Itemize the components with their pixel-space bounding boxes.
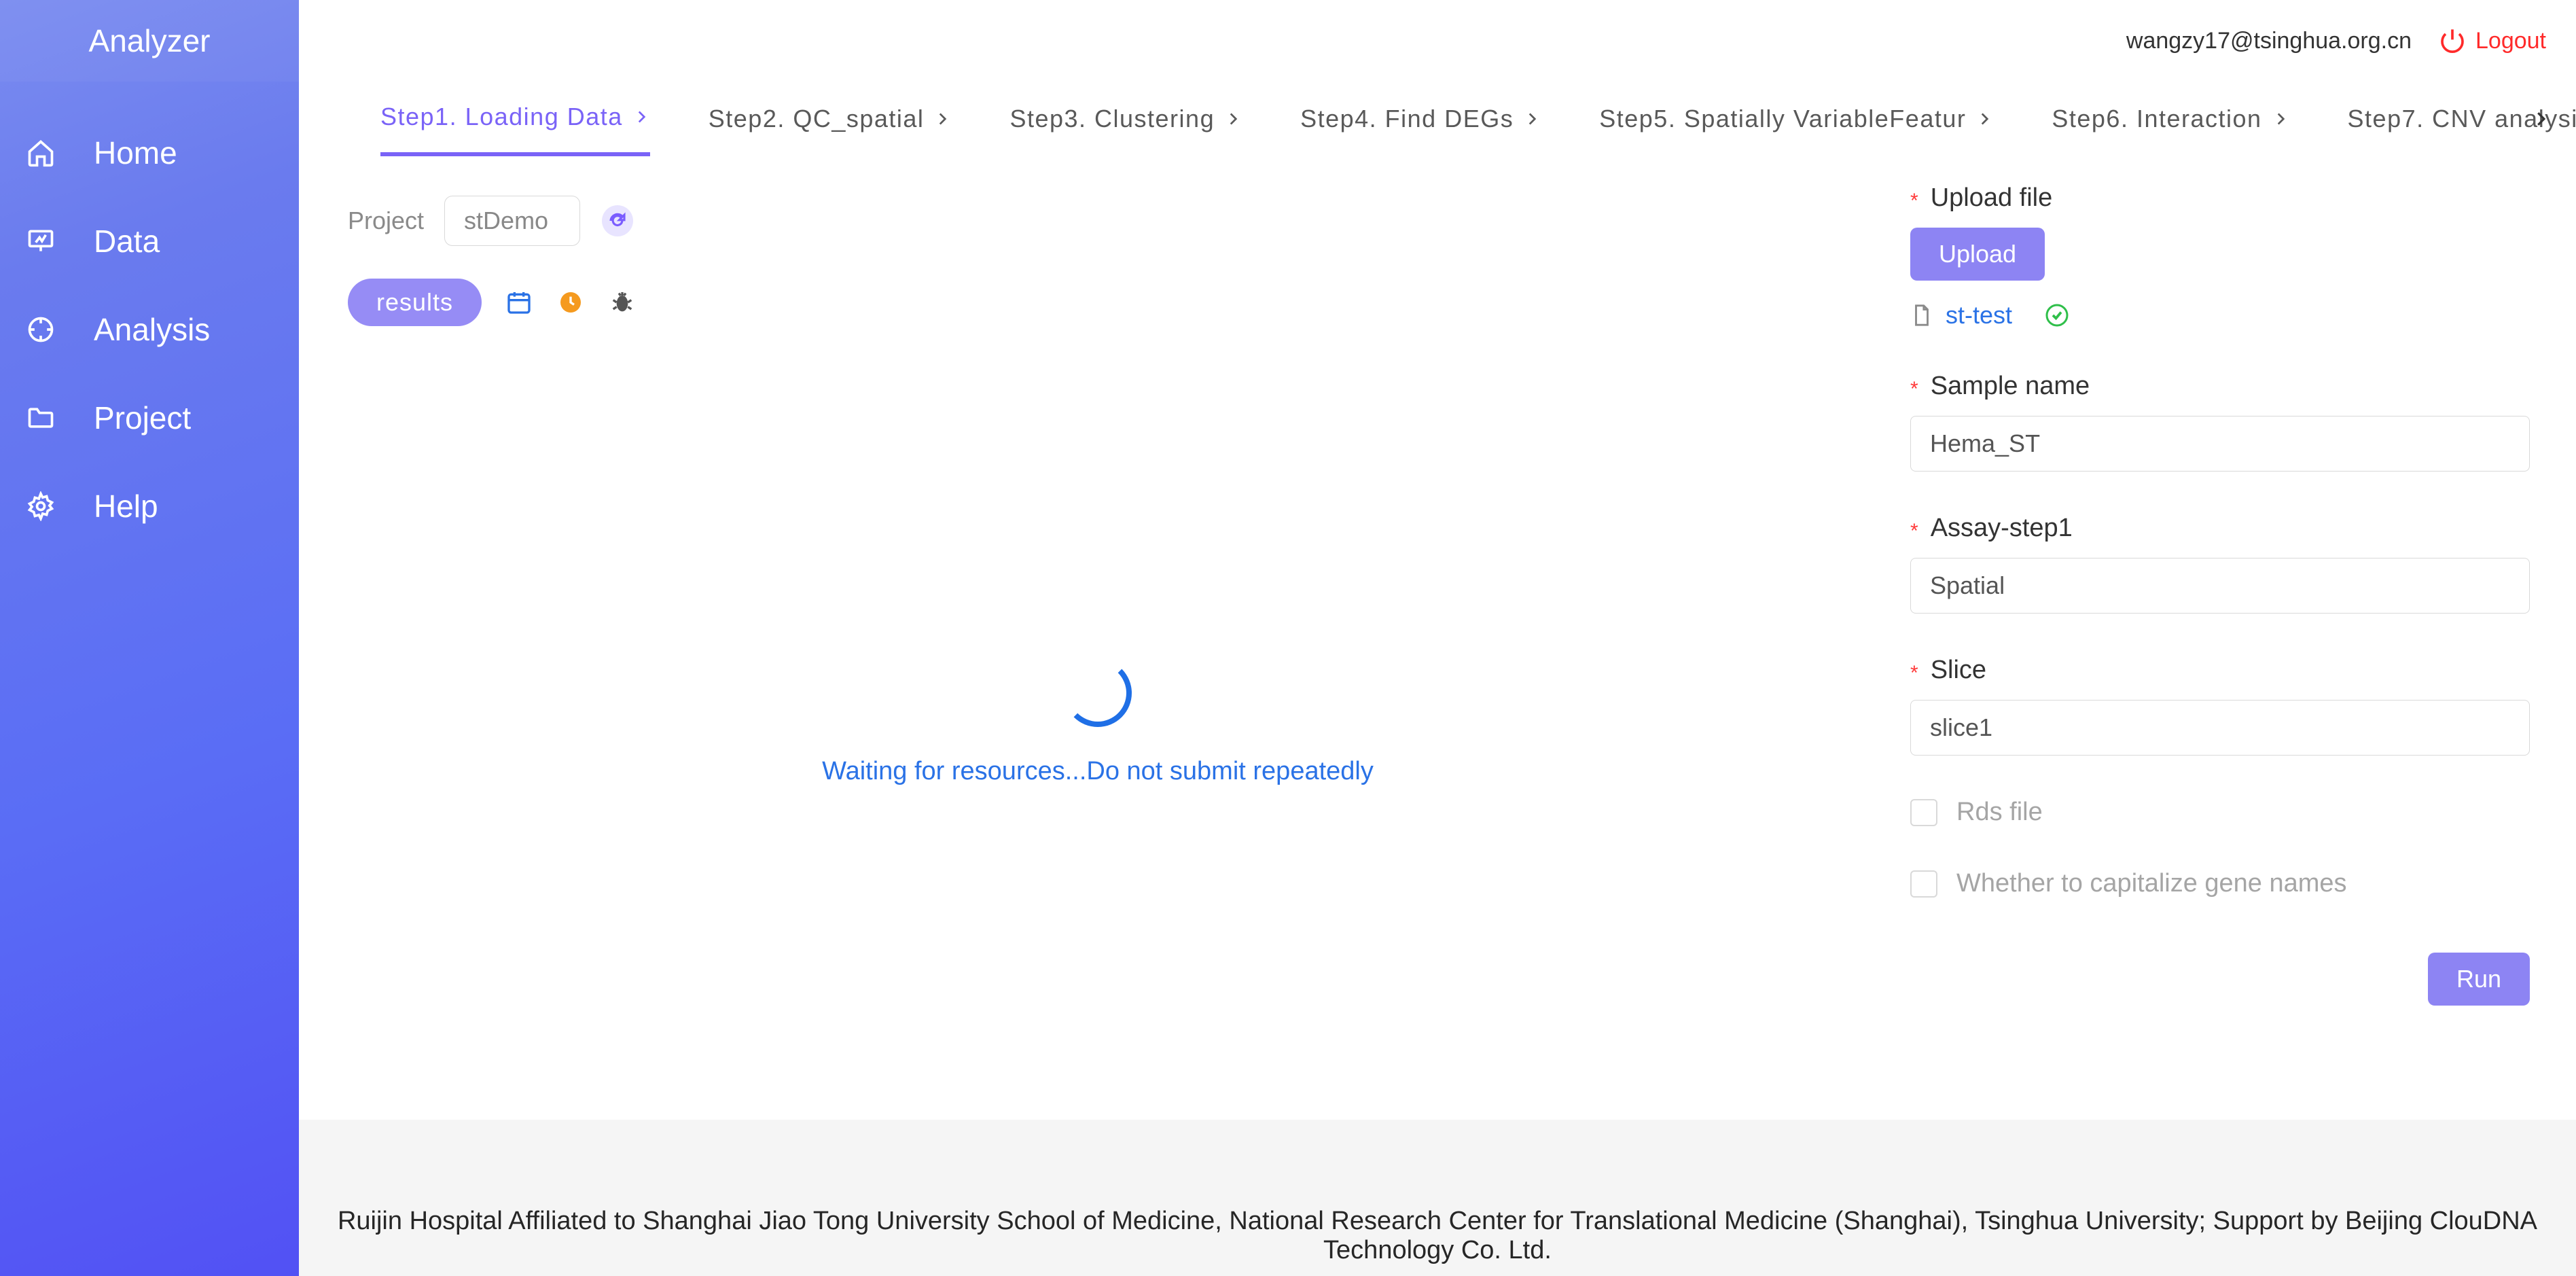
file-name: st-test	[1946, 301, 2012, 330]
tab-label: Step1. Loading Data	[380, 103, 623, 131]
capitalize-checkbox[interactable]: Whether to capitalize gene names	[1910, 869, 2530, 898]
tab-step2[interactable]: Step2. QC_spatial	[709, 82, 952, 156]
nav-label: Project	[94, 400, 191, 436]
nav: Home Data Analysis Project Help	[0, 82, 299, 550]
chevron-right-icon	[1523, 110, 1541, 128]
topbar: wangzy17@tsinghua.org.cn Logout	[299, 0, 2576, 82]
sample-name-input[interactable]	[1910, 416, 2530, 472]
chevron-right-icon	[933, 110, 951, 128]
home-icon	[26, 138, 56, 168]
nav-label: Help	[94, 488, 158, 525]
sidebar: Analyzer Home Data Analysis Project Help	[0, 0, 299, 1276]
nav-label: Analysis	[94, 311, 210, 348]
required-mark: *	[1910, 521, 1918, 542]
brand-title: Analyzer	[0, 0, 299, 82]
nav-item-project[interactable]: Project	[0, 374, 299, 462]
nav-item-analysis[interactable]: Analysis	[0, 285, 299, 374]
sample-name-label: Sample name	[1931, 372, 2090, 401]
checkbox-box-icon	[1910, 799, 1937, 826]
checkbox-box-icon	[1910, 870, 1937, 898]
nav-item-data[interactable]: Data	[0, 197, 299, 285]
required-mark: *	[1910, 379, 1918, 400]
logout-button[interactable]: Logout	[2439, 27, 2546, 54]
assay-input[interactable]	[1910, 558, 2530, 614]
chevron-right-icon	[1975, 110, 1993, 128]
waiting-text: Waiting for resources...Do not submit re…	[822, 757, 1374, 786]
capitalize-label: Whether to capitalize gene names	[1956, 869, 2347, 898]
target-icon	[26, 315, 56, 344]
upload-label: Upload file	[1931, 183, 2053, 213]
chevron-right-icon	[632, 108, 650, 126]
logout-label: Logout	[2475, 28, 2546, 54]
step-tabs: Step1. Loading Data Step2. QC_spatial St…	[299, 82, 2576, 156]
tab-label: Step5. Spatially VariableFeatur	[1599, 105, 1966, 133]
results-chip[interactable]: results	[348, 279, 482, 326]
loading-spinner-icon	[1064, 659, 1132, 727]
check-circle-icon	[2045, 303, 2069, 327]
nav-item-help[interactable]: Help	[0, 462, 299, 550]
tab-step6[interactable]: Step6. Interaction	[2052, 82, 2289, 156]
gear-icon	[26, 491, 56, 521]
calendar-icon[interactable]	[505, 288, 533, 317]
right-pane-form: * Upload file Upload st-test *	[1897, 156, 2576, 1120]
chevron-right-icon	[1224, 110, 1242, 128]
footer: Ruijin Hospital Affiliated to Shanghai J…	[299, 1120, 2576, 1276]
power-icon	[2439, 27, 2466, 54]
rds-file-label: Rds file	[1956, 798, 2043, 827]
rds-file-checkbox[interactable]: Rds file	[1910, 798, 2530, 827]
slice-input[interactable]	[1910, 700, 2530, 756]
bug-icon[interactable]	[608, 288, 637, 317]
nav-item-home[interactable]: Home	[0, 109, 299, 197]
tab-label: Step6. Interaction	[2052, 105, 2261, 133]
tab-step3[interactable]: Step3. Clustering	[1009, 82, 1242, 156]
upload-button[interactable]: Upload	[1910, 228, 2045, 281]
spinner-area: Waiting for resources...Do not submit re…	[348, 387, 1848, 1093]
tabs-next-button[interactable]	[2524, 103, 2557, 135]
uploaded-file-item[interactable]: st-test	[1910, 301, 2530, 330]
slice-label: Slice	[1931, 656, 1986, 685]
chevron-right-icon	[2272, 110, 2289, 128]
run-button[interactable]: Run	[2428, 953, 2530, 1006]
clock-icon[interactable]	[556, 288, 585, 317]
tab-label: Step2. QC_spatial	[709, 105, 925, 133]
tab-step1[interactable]: Step1. Loading Data	[380, 82, 650, 156]
assay-label: Assay-step1	[1931, 514, 2073, 543]
project-label: Project	[348, 207, 424, 235]
required-mark: *	[1910, 663, 1918, 684]
required-mark: *	[1910, 191, 1918, 211]
refresh-icon	[607, 211, 628, 231]
presentation-icon	[26, 226, 56, 256]
left-pane: Project results	[299, 156, 1897, 1120]
folder-icon	[26, 403, 56, 433]
refresh-button[interactable]	[602, 205, 633, 236]
footer-text: Ruijin Hospital Affiliated to Shanghai J…	[299, 1207, 2576, 1265]
tab-step4[interactable]: Step4. Find DEGs	[1300, 82, 1541, 156]
tab-label: Step4. Find DEGs	[1300, 105, 1514, 133]
chevron-right-icon	[2530, 109, 2551, 129]
file-icon	[1910, 304, 1933, 327]
tab-label: Step3. Clustering	[1009, 105, 1215, 133]
user-email: wangzy17@tsinghua.org.cn	[2126, 28, 2412, 54]
project-input[interactable]	[444, 196, 580, 246]
nav-label: Home	[94, 135, 177, 171]
tab-step5[interactable]: Step5. Spatially VariableFeatur	[1599, 82, 1993, 156]
main: wangzy17@tsinghua.org.cn Logout Step1. L…	[299, 0, 2576, 1276]
nav-label: Data	[94, 223, 160, 260]
